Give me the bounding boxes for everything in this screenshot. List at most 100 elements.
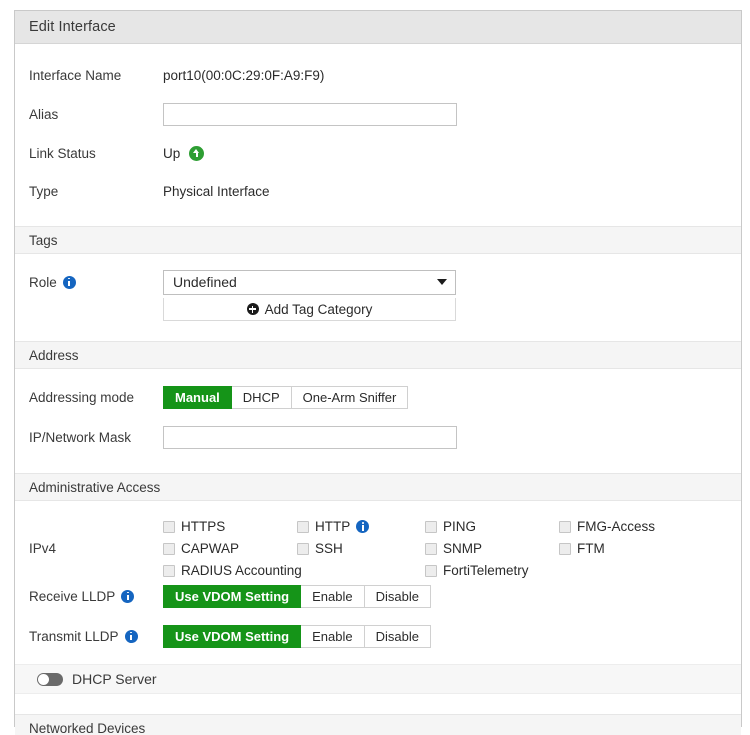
checkbox-box[interactable] <box>163 520 175 533</box>
checkbox-box[interactable] <box>425 520 437 533</box>
checkbox-item-fortitelemetry[interactable]: FortiTelemetry <box>425 561 559 580</box>
checkbox-box[interactable] <box>297 542 309 555</box>
checkbox-item-ftm[interactable]: FTM <box>559 539 679 558</box>
section-title-address: Address <box>29 347 79 363</box>
checkbox-box[interactable] <box>559 520 571 533</box>
info-icon[interactable] <box>62 275 76 289</box>
transmit-lldp-segmented-control[interactable]: Use VDOM Setting Enable Disable <box>163 624 431 648</box>
dhcp-server-row: DHCP Server <box>15 664 741 694</box>
type-row: Type Physical Interface <box>15 176 741 206</box>
checkbox-item-https[interactable]: HTTPS <box>163 517 297 536</box>
alias-row: Alias <box>15 98 741 130</box>
interface-name-value: port10(00:0C:29:0F:A9:F9) <box>163 67 325 83</box>
receive-lldp-label: Receive LLDP <box>29 588 116 604</box>
section-title-networked-devices: Networked Devices <box>29 720 146 735</box>
role-label: Role <box>29 274 57 290</box>
alias-label: Alias <box>29 106 59 122</box>
receive-lldp-option-disable[interactable]: Disable <box>364 584 431 608</box>
info-icon[interactable] <box>356 520 370 533</box>
transmit-lldp-option-disable[interactable]: Disable <box>364 624 431 648</box>
admin-access-column-2: HTTP SSH <box>297 517 425 580</box>
checkbox-item-fmg-access[interactable]: FMG-Access <box>559 517 679 536</box>
section-title-tags: Tags <box>29 232 58 248</box>
admin-access-column-3: PING SNMP FortiTelemetry <box>425 517 559 580</box>
checkbox-label: PING <box>443 519 477 534</box>
arrow-up-circle-icon <box>189 145 205 161</box>
receive-lldp-option-use-vdom-setting[interactable]: Use VDOM Setting <box>163 584 302 608</box>
checkbox-label: HTTPS <box>181 519 226 534</box>
checkbox-box[interactable] <box>425 542 437 555</box>
info-icon[interactable] <box>124 629 138 643</box>
addressing-mode-option-dhcp[interactable]: DHCP <box>231 385 292 409</box>
addressing-mode-option-one-arm-sniffer[interactable]: One-Arm Sniffer <box>291 385 409 409</box>
checkbox-label: RADIUS Accounting <box>181 563 302 578</box>
section-header-networked-devices: Networked Devices <box>15 714 741 735</box>
checkbox-label: CAPWAP <box>181 541 240 556</box>
checkbox-label: SSH <box>315 541 343 556</box>
receive-lldp-option-enable[interactable]: Enable <box>301 584 365 608</box>
ip-network-mask-input[interactable] <box>163 425 457 449</box>
role-row: Role Undefined <box>15 266 741 298</box>
plus-circle-icon <box>246 303 259 315</box>
section-header-address: Address <box>15 341 741 369</box>
checkbox-item-radius-accounting[interactable]: RADIUS Accounting <box>163 561 302 580</box>
transmit-lldp-label-group: Transmit LLDP <box>29 629 163 644</box>
type-value: Physical Interface <box>163 183 270 199</box>
transmit-lldp-label: Transmit LLDP <box>29 628 119 644</box>
add-tag-category-button[interactable]: Add Tag Category <box>163 298 456 321</box>
transmit-lldp-option-use-vdom-setting[interactable]: Use VDOM Setting <box>163 624 302 648</box>
checkbox-box[interactable] <box>559 542 571 555</box>
addressing-mode-option-manual[interactable]: Manual <box>163 385 232 409</box>
interface-name-label: Interface Name <box>29 67 122 83</box>
page-title: Edit Interface <box>29 19 116 35</box>
checkbox-box[interactable] <box>297 520 309 533</box>
checkbox-item-ping[interactable]: PING <box>425 517 559 536</box>
checkbox-label: HTTP <box>315 519 351 534</box>
role-selected-value: Undefined <box>173 274 237 290</box>
checkbox-box[interactable] <box>163 564 175 577</box>
checkbox-label: FTM <box>577 541 605 556</box>
link-status-label: Link Status <box>29 145 96 161</box>
ip-network-mask-row: IP/Network Mask <box>15 421 741 453</box>
checkbox-label: FortiTelemetry <box>443 563 529 578</box>
ip-network-mask-label: IP/Network Mask <box>29 429 132 445</box>
checkbox-item-ssh[interactable]: SSH <box>297 539 425 558</box>
addressing-mode-segmented-control[interactable]: Manual DHCP One-Arm Sniffer <box>163 385 409 409</box>
ipv4-label: IPv4 <box>29 541 57 556</box>
checkbox-label: FMG-Access <box>577 519 656 534</box>
receive-lldp-row: Receive LLDP Use VDOM Setting Enable Dis… <box>15 580 741 612</box>
add-tag-category-row: Add Tag Category <box>15 298 741 321</box>
link-status-value: Up <box>163 145 181 161</box>
role-select[interactable]: Undefined <box>163 269 456 295</box>
alias-input[interactable] <box>163 102 457 126</box>
transmit-lldp-option-enable[interactable]: Enable <box>301 624 365 648</box>
checkbox-box[interactable] <box>163 542 175 555</box>
section-header-tags: Tags <box>15 226 741 254</box>
info-icon[interactable] <box>121 589 135 603</box>
checkbox-item-snmp[interactable]: SNMP <box>425 539 559 558</box>
edit-interface-screen: Edit Interface Interface Name port10(00:… <box>0 0 750 735</box>
admin-access-column-4: FMG-Access FTM <box>559 517 679 580</box>
add-tag-category-label: Add Tag Category <box>264 301 373 317</box>
checkbox-item-capwap[interactable]: CAPWAP <box>163 539 297 558</box>
checkbox-item-http[interactable]: HTTP <box>297 517 425 536</box>
interface-name-row: Interface Name port10(00:0C:29:0F:A9:F9) <box>15 60 741 90</box>
addressing-mode-label: Addressing mode <box>29 389 135 405</box>
dhcp-server-toggle[interactable] <box>37 672 63 686</box>
checkbox-box[interactable] <box>425 564 437 577</box>
receive-lldp-label-group: Receive LLDP <box>29 589 163 604</box>
receive-lldp-segmented-control[interactable]: Use VDOM Setting Enable Disable <box>163 584 431 608</box>
link-status-row: Link Status Up <box>15 138 741 168</box>
dhcp-server-label: DHCP Server <box>72 671 157 687</box>
section-title-administrative-access: Administrative Access <box>29 479 161 495</box>
